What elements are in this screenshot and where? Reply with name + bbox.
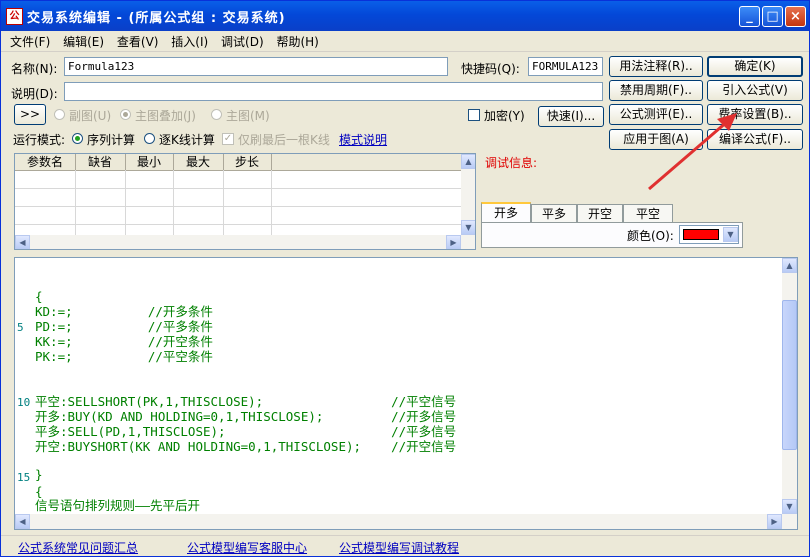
last-bar-checkbox[interactable]: ✓ xyxy=(222,133,234,145)
app-icon: 公 xyxy=(6,8,23,25)
maximize-button[interactable]: □ xyxy=(762,6,783,27)
title-bar[interactable]: 公 交易系统编辑 - (所属公式组 : 交易系统) _ □ × xyxy=(1,1,809,31)
parameter-table-header: 参数名 缺省 最小 最大 步长 xyxy=(15,154,461,171)
col-step[interactable]: 步长 xyxy=(223,154,272,170)
color-select[interactable]: ▼ xyxy=(679,225,739,244)
fee-settings-button[interactable]: 费率设置(B).. xyxy=(707,104,803,125)
col-min[interactable]: 最小 xyxy=(125,154,174,170)
import-formula-button[interactable]: 引入公式(V) xyxy=(707,80,803,101)
code-vscrollbar[interactable]: ▲ ▼ xyxy=(782,258,797,514)
editor-window: 公 交易系统编辑 - (所属公式组 : 交易系统) _ □ × 文件(F) 编辑… xyxy=(0,0,810,557)
signal-tab-pane: 颜色(O): ▼ xyxy=(481,222,743,248)
formula-test-button[interactable]: 公式测评(E).. xyxy=(609,104,703,125)
scroll-up-icon[interactable]: ▲ xyxy=(461,154,475,169)
debug-info-label: 调试信息: xyxy=(485,156,538,170)
menu-debug[interactable]: 调试(D) xyxy=(221,33,264,50)
code-line: 平多:SELL(PD,1,THISCLOSE); //平多信号 xyxy=(35,424,457,439)
sub-chart-label: 副图(U) xyxy=(69,109,112,123)
close-icon: × xyxy=(790,9,801,24)
mode-help-link[interactable]: 模式说明 xyxy=(339,131,387,148)
description-label: 说明(D): xyxy=(11,87,58,101)
tab-close-short[interactable]: 平空 xyxy=(623,204,673,224)
menu-file[interactable]: 文件(F) xyxy=(10,33,50,50)
code-line: KK:=; //开空条件 xyxy=(35,334,213,349)
line-number: 10 xyxy=(17,396,31,409)
code-line: 信号语句排列规则——先平后开 xyxy=(35,498,201,513)
per-bar-label: 逐K线计算 xyxy=(159,133,215,147)
color-label: 颜色(O): xyxy=(627,229,674,243)
main-overlay-label: 主图叠加(J) xyxy=(135,109,196,123)
menu-bar: 文件(F) 编辑(E) 查看(V) 插入(I) 调试(D) 帮助(H) xyxy=(1,31,809,52)
shortcut-input[interactable]: FORMULA123 xyxy=(528,57,603,76)
name-input[interactable]: Formula123 xyxy=(64,57,448,76)
code-line: } xyxy=(35,467,43,482)
expand-button[interactable]: >> xyxy=(14,104,46,125)
code-editor[interactable]: 5 10 15 { KD:=; //开多条件 PD:=; //平多条件 KK:=… xyxy=(14,257,798,530)
menu-view[interactable]: 查看(V) xyxy=(117,33,159,50)
disable-period-button[interactable]: 禁用周期(F).. xyxy=(609,80,703,101)
code-line: { xyxy=(35,484,43,499)
apply-to-chart-button[interactable]: 应用于图(A) xyxy=(609,129,703,150)
chevron-down-icon[interactable]: ▼ xyxy=(723,227,738,242)
main-chart-label: 主图(M) xyxy=(226,109,270,123)
code-line: { xyxy=(35,289,43,304)
menu-insert[interactable]: 插入(I) xyxy=(171,33,208,50)
parameter-vscrollbar[interactable]: ▲ ▼ xyxy=(461,154,475,235)
scroll-down-icon[interactable]: ▼ xyxy=(461,220,475,235)
scroll-down-icon[interactable]: ▼ xyxy=(782,499,797,514)
encrypt-label: 加密(Y) xyxy=(484,109,525,123)
maximize-icon: □ xyxy=(766,9,779,24)
scroll-left-icon[interactable]: ◀ xyxy=(15,235,30,249)
col-max[interactable]: 最大 xyxy=(173,154,224,170)
main-overlay-radio[interactable] xyxy=(120,109,131,120)
scroll-thumb[interactable] xyxy=(782,300,797,450)
usage-note-button[interactable]: 用法注释(R).. xyxy=(609,56,703,77)
code-hscrollbar[interactable]: ◀ ▶ xyxy=(15,514,797,529)
sequential-radio[interactable] xyxy=(72,133,83,144)
scroll-up-icon[interactable]: ▲ xyxy=(782,258,797,273)
per-bar-radio[interactable] xyxy=(144,133,155,144)
code-line: 平空:SELLSHORT(PK,1,THISCLOSE); //平空信号 xyxy=(35,394,457,409)
line-number: 15 xyxy=(17,471,31,484)
scroll-left-icon[interactable]: ◀ xyxy=(15,514,30,529)
encrypt-checkbox[interactable] xyxy=(468,109,480,121)
window-title: 交易系统编辑 - (所属公式组 : 交易系统) xyxy=(27,11,286,26)
sub-chart-radio[interactable] xyxy=(54,109,65,120)
code-line: 开空:BUYSHORT(KK AND HOLDING=0,1,THISCLOSE… xyxy=(35,439,457,454)
col-param-name[interactable]: 参数名 xyxy=(15,154,76,170)
faq-link[interactable]: 公式系统常见问题汇总 xyxy=(18,539,138,556)
tab-open-long[interactable]: 开多 xyxy=(481,202,531,224)
menu-help[interactable]: 帮助(H) xyxy=(276,33,318,50)
tutorial-link[interactable]: 公式模型编写调试教程 xyxy=(339,539,459,556)
quick-button[interactable]: 快速(I)... xyxy=(538,106,604,127)
color-swatch xyxy=(683,229,719,240)
menu-edit[interactable]: 编辑(E) xyxy=(63,33,104,50)
scroll-right-icon[interactable]: ▶ xyxy=(446,235,461,249)
parameter-hscrollbar[interactable]: ◀ ▶ xyxy=(15,235,475,249)
line-number: 5 xyxy=(17,321,24,334)
col-default[interactable]: 缺省 xyxy=(75,154,126,170)
ok-button[interactable]: 确定(K) xyxy=(707,56,803,77)
name-label: 名称(N): xyxy=(11,62,58,76)
code-line: PD:=; //平多条件 xyxy=(35,319,213,334)
compile-formula-button[interactable]: 编译公式(F).. xyxy=(707,129,803,150)
main-chart-radio[interactable] xyxy=(211,109,222,120)
run-mode-label: 运行模式: xyxy=(13,133,66,147)
code-line: PK:=; //平空条件 xyxy=(35,349,213,364)
shortcut-label: 快捷码(Q): xyxy=(461,62,520,76)
code-line: KD:=; //开多条件 xyxy=(35,304,213,319)
minimize-icon: _ xyxy=(746,9,753,24)
parameter-table[interactable]: 参数名 缺省 最小 最大 步长 ▲ ▼ ◀ ▶ xyxy=(14,153,476,250)
minimize-button[interactable]: _ xyxy=(739,6,760,27)
close-button[interactable]: × xyxy=(785,6,806,27)
description-input[interactable] xyxy=(64,82,603,101)
footer-bar: 公式系统常见问题汇总 公式模型编写客服中心 公式模型编写调试教程 xyxy=(1,535,809,557)
support-link[interactable]: 公式模型编写客服中心 xyxy=(187,539,307,556)
tab-close-long[interactable]: 平多 xyxy=(531,204,577,224)
last-bar-label: 仅刷最后一根K线 xyxy=(238,133,330,147)
tab-open-short[interactable]: 开空 xyxy=(577,204,623,224)
code-line: 开多:BUY(KD AND HOLDING=0,1,THISCLOSE); //… xyxy=(35,409,457,424)
scroll-right-icon[interactable]: ▶ xyxy=(767,514,782,529)
sequential-label: 序列计算 xyxy=(87,133,136,147)
